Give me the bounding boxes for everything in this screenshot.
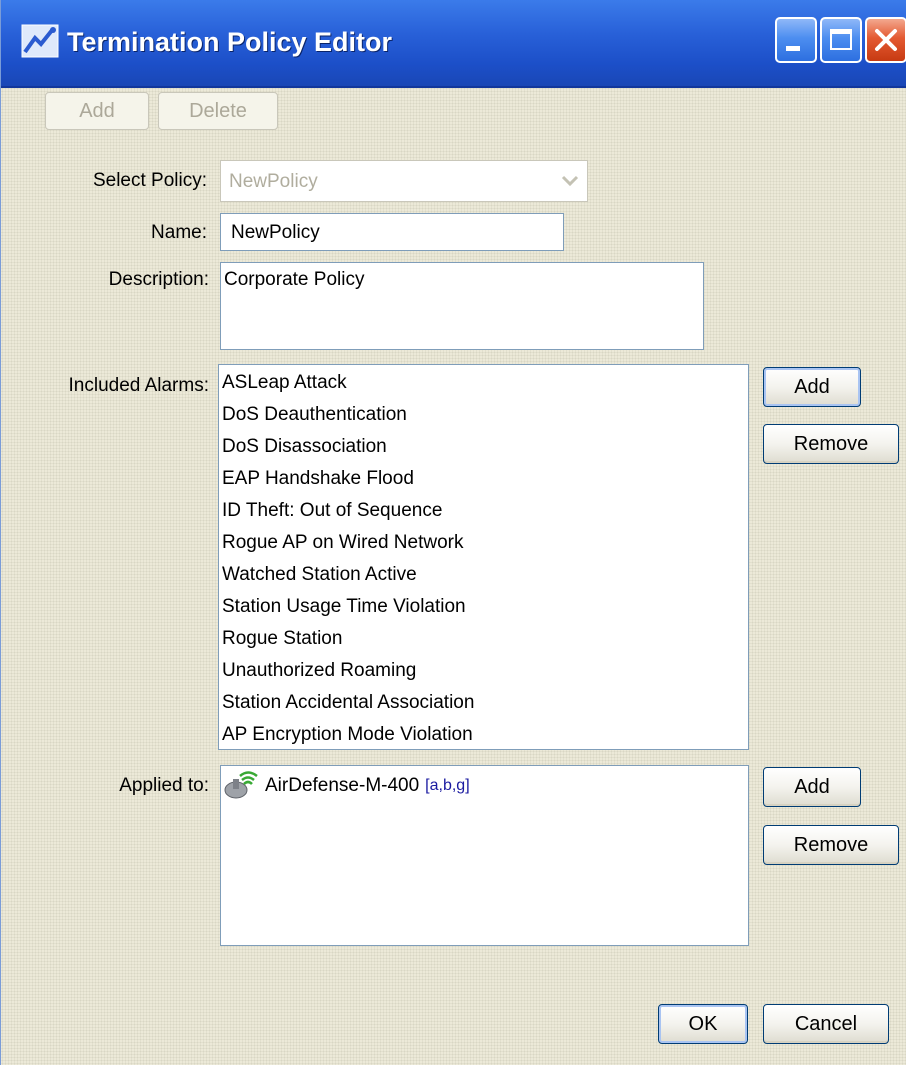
maximize-button[interactable]	[820, 17, 862, 63]
add-applied-button[interactable]: Add	[763, 767, 861, 807]
included-alarms-label: Included Alarms:	[68, 375, 209, 396]
maximize-icon	[830, 29, 852, 50]
included-alarms-list[interactable]: ASLeap Attack DoS Deauthentication DoS D…	[218, 364, 749, 750]
chevron-down-icon[interactable]	[555, 163, 585, 199]
list-item[interactable]: EAP Handshake Flood	[219, 463, 748, 495]
device-bands: [a,b,g]	[425, 777, 470, 794]
list-item[interactable]: ID Theft: Out of Sequence	[219, 495, 748, 527]
minimize-icon	[786, 46, 800, 51]
cancel-button[interactable]: Cancel	[763, 1004, 889, 1044]
device-name: AirDefense-M-400	[265, 775, 420, 796]
sensor-icon	[224, 771, 258, 799]
app-icon	[21, 24, 59, 58]
ok-button[interactable]: OK	[658, 1004, 748, 1044]
close-icon	[875, 29, 897, 51]
select-policy-label: Select Policy:	[92, 170, 207, 191]
name-label: Name:	[151, 222, 207, 243]
list-item[interactable]: Rogue Station	[219, 623, 748, 655]
description-textarea[interactable]: Corporate Policy	[220, 262, 704, 350]
list-item[interactable]: DoS Deauthentication	[219, 399, 748, 431]
minimize-button[interactable]	[775, 17, 817, 63]
add-policy-button[interactable]: Add	[45, 92, 149, 130]
description-value: Corporate Policy	[224, 269, 365, 290]
list-item[interactable]: ASLeap Attack	[219, 367, 748, 399]
applied-to-label: Applied to:	[119, 775, 209, 796]
list-item[interactable]: AirDefense-M-400 [a,b,g]	[223, 770, 470, 802]
list-item[interactable]: Watched Station Active	[219, 559, 748, 591]
list-item[interactable]: Rogue AP on Wired Network	[219, 527, 748, 559]
applied-to-list[interactable]: AirDefense-M-400 [a,b,g]	[220, 765, 749, 946]
list-item[interactable]: Unauthorized Roaming	[219, 655, 748, 687]
select-policy-value: NewPolicy	[229, 171, 318, 192]
remove-applied-button[interactable]: Remove	[763, 825, 899, 865]
list-item[interactable]: Station Usage Time Violation	[219, 591, 748, 623]
name-value: NewPolicy	[231, 222, 320, 243]
termination-policy-editor-window: Termination Policy Editor Add Delete Sel…	[0, 0, 906, 1065]
delete-policy-button[interactable]: Delete	[158, 92, 278, 130]
remove-alarm-button[interactable]: Remove	[763, 424, 899, 464]
close-button[interactable]	[865, 17, 906, 63]
title-bar[interactable]: Termination Policy Editor	[1, 0, 906, 88]
add-alarm-button[interactable]: Add	[763, 367, 861, 407]
name-field[interactable]: NewPolicy	[220, 213, 564, 251]
window-title: Termination Policy Editor	[67, 27, 393, 57]
list-item[interactable]: Station Accidental Association	[219, 687, 748, 719]
description-label: Description:	[108, 269, 209, 290]
select-policy-combobox[interactable]: NewPolicy	[220, 160, 588, 202]
list-item[interactable]: AP Encryption Mode Violation	[219, 719, 748, 749]
list-item[interactable]: DoS Disassociation	[219, 431, 748, 463]
